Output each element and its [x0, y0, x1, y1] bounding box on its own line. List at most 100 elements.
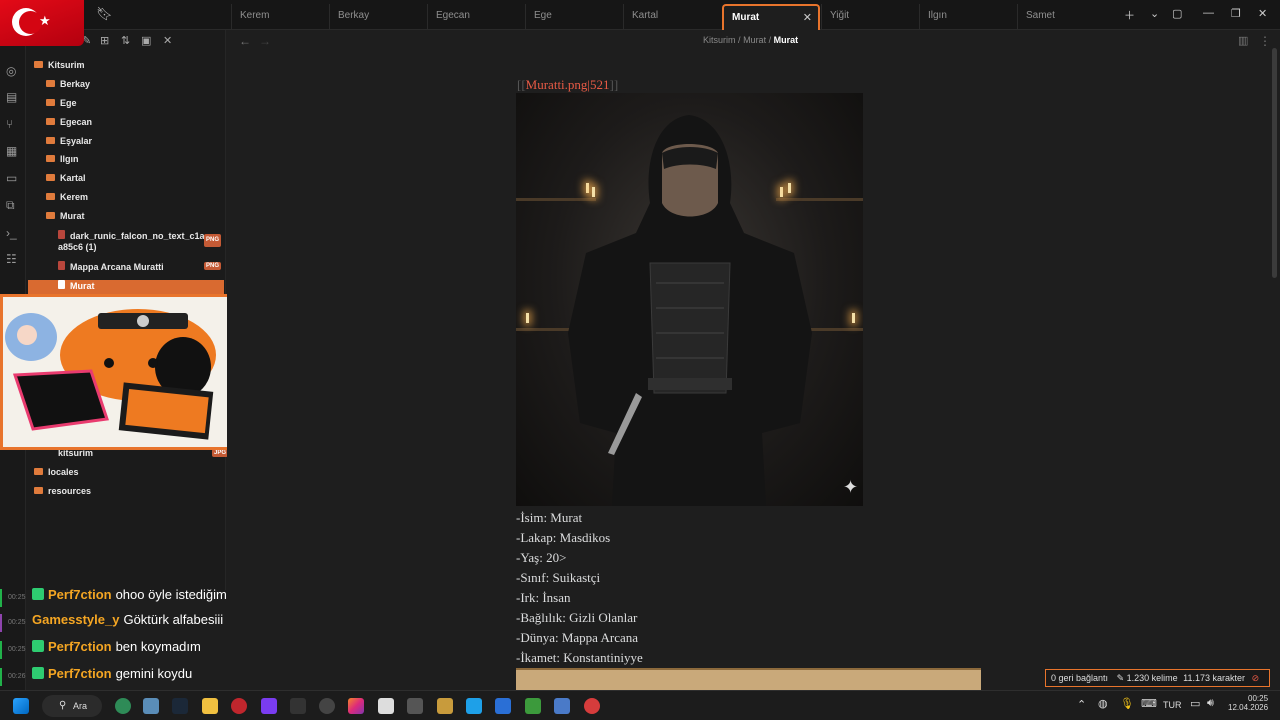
- backlinks-count[interactable]: 0 geri bağlantı: [1051, 673, 1108, 683]
- embed-text: Muratti.png|521: [525, 77, 610, 92]
- folder-icon: [46, 155, 55, 162]
- chevron-up-icon[interactable]: ⌃: [1077, 698, 1086, 711]
- language-indicator[interactable]: TUR: [1163, 700, 1182, 710]
- instagram-icon[interactable]: [348, 698, 364, 714]
- minecraft-icon[interactable]: [525, 698, 541, 714]
- folder-esyalar[interactable]: Eşyalar: [46, 136, 92, 154]
- network-icon[interactable]: ▭: [1190, 697, 1200, 710]
- file-type-badge: PNG: [204, 262, 222, 270]
- breadcrumb-sep: /: [768, 35, 772, 45]
- graph-icon[interactable]: ⑂: [6, 117, 13, 131]
- bookmark-icon[interactable]: 🔖︎: [96, 6, 113, 22]
- clock[interactable]: 00:25 12.04.2026: [1228, 694, 1268, 712]
- folder-locales[interactable]: locales: [34, 467, 79, 485]
- tab-yigit[interactable]: Yiğit: [821, 4, 919, 30]
- sidebar-toggle-icon[interactable]: ▢: [1172, 7, 1182, 20]
- terminal-icon[interactable]: ›_: [6, 226, 17, 240]
- file-dark-runic-falcon[interactable]: dark_runic_falcon_no_text_c1a a85c6 (1) PN…: [58, 230, 222, 254]
- breadcrumb-folder[interactable]: Murat: [743, 35, 766, 45]
- folder-resources[interactable]: resources: [34, 486, 91, 504]
- close-icon[interactable]: ✕: [163, 34, 172, 47]
- file-icon[interactable]: ▤: [6, 90, 17, 104]
- folder-kerem[interactable]: Kerem: [46, 192, 88, 210]
- valorant-icon[interactable]: [584, 698, 600, 714]
- character-info-list: -İsim: Murat -Lakap: Masdikos -Yaş: 20> …: [516, 510, 643, 670]
- info-line-affiliation: -Bağlılık: Gizli Olanlar: [516, 610, 638, 625]
- xbox-icon[interactable]: [115, 698, 131, 714]
- folder-label: Berkay: [60, 79, 91, 89]
- close-window-icon[interactable]: ✕: [1258, 7, 1267, 20]
- file-explorer-icon[interactable]: [202, 698, 218, 714]
- chat-user: Gamesstyle_y: [32, 612, 120, 627]
- steam-icon[interactable]: [172, 698, 188, 714]
- browser-icon[interactable]: [466, 698, 482, 714]
- folder-egecan[interactable]: Egecan: [46, 117, 92, 135]
- windows-taskbar: ⚲ Ara ⌃ ◍ 🎙︎ ⌨ TUR ▭ 🔊︎ 00:25 12.04.2026: [0, 690, 1280, 720]
- chevron-down-icon[interactable]: ⌄: [1150, 7, 1159, 20]
- sub-badge-icon: [32, 588, 44, 600]
- folder-label: Ege: [60, 98, 77, 108]
- new-tab-icon[interactable]: ＋: [1124, 7, 1135, 23]
- file-kitsurim[interactable]: kitsurim JPG: [58, 448, 229, 466]
- chat-text: Göktürk alfabesiii: [123, 612, 224, 627]
- file-mappa-arcana-muratti[interactable]: Mappa Arcana Muratti PNG: [58, 261, 222, 279]
- more-options-icon[interactable]: ⋮: [1259, 34, 1271, 48]
- maximize-icon[interactable]: ❐: [1231, 7, 1241, 20]
- opera-icon[interactable]: [231, 698, 247, 714]
- tab-kartal[interactable]: Kartal: [623, 4, 721, 30]
- store-icon[interactable]: [495, 698, 511, 714]
- riot-icon[interactable]: [437, 698, 453, 714]
- tab-egecan[interactable]: Egecan: [427, 4, 525, 30]
- folder-ilgin[interactable]: Ilgın: [46, 154, 79, 172]
- task-view-icon[interactable]: [143, 698, 159, 714]
- file-type-badge: JPG: [212, 449, 229, 457]
- reading-view-icon[interactable]: ▥: [1238, 34, 1248, 47]
- tab-berkay[interactable]: Berkay: [329, 4, 427, 30]
- sync-icon[interactable]: ⊘: [1252, 673, 1260, 683]
- new-folder-icon[interactable]: ⊞: [100, 34, 109, 47]
- folder-kitsurim[interactable]: Kitsurim: [34, 60, 85, 78]
- tab-ilgin[interactable]: Ilgın: [919, 4, 1017, 30]
- photos-icon[interactable]: [554, 698, 570, 714]
- breadcrumb-root[interactable]: Kitsurim: [703, 35, 736, 45]
- folder-berkay[interactable]: Berkay: [46, 79, 90, 97]
- keyboard-icon[interactable]: ⌨: [1141, 697, 1157, 710]
- folder-murat[interactable]: Murat: [46, 211, 85, 229]
- search-box[interactable]: ⚲ Ara: [42, 695, 102, 717]
- char-count: 11.173 karakter: [1183, 673, 1246, 683]
- template-icon[interactable]: ☷: [6, 252, 17, 266]
- obs-icon[interactable]: [319, 698, 335, 714]
- volume-icon[interactable]: 🔊︎: [1207, 697, 1214, 710]
- folder-kartal[interactable]: Kartal: [46, 173, 86, 191]
- tab-kerem[interactable]: Kerem: [231, 4, 329, 30]
- map-pin-icon[interactable]: ◎: [6, 64, 16, 78]
- tab-label: Samet: [1026, 10, 1055, 21]
- tab-samet[interactable]: Samet: [1017, 4, 1115, 30]
- tab-murat[interactable]: Murat ✕: [722, 4, 820, 30]
- chat-time: 00:25: [8, 594, 26, 601]
- start-icon[interactable]: [13, 698, 29, 714]
- tab-bar: ★ 🔖︎ Kerem Berkay Egecan Ege Kartal Mura…: [0, 0, 1280, 46]
- grid-icon[interactable]: ▦: [6, 144, 17, 158]
- folder-ege[interactable]: Ege: [46, 98, 77, 116]
- minimize-icon[interactable]: —: [1203, 7, 1214, 19]
- back-arrow-icon[interactable]: ←: [239, 34, 251, 48]
- close-tab-icon[interactable]: ✕: [803, 11, 812, 24]
- collapse-icon[interactable]: ▣: [141, 34, 151, 47]
- note-file-icon: [58, 280, 65, 289]
- image-embed-link[interactable]: [[Muratti.png|521]]: [517, 77, 618, 93]
- app-icon[interactable]: [407, 698, 423, 714]
- forward-arrow-icon[interactable]: →: [259, 34, 271, 48]
- scrollbar[interactable]: [1272, 48, 1277, 278]
- calendar-icon[interactable]: ▭: [6, 171, 17, 185]
- mic-icon[interactable]: 🎙︎: [1120, 697, 1134, 710]
- folder-label: locales: [48, 467, 79, 477]
- capcut-icon[interactable]: [290, 698, 306, 714]
- tab-ege[interactable]: Ege: [525, 4, 623, 30]
- paint-icon[interactable]: [378, 698, 394, 714]
- copy-icon[interactable]: ⧉: [6, 198, 15, 213]
- steam-tray-icon[interactable]: ◍: [1098, 697, 1108, 710]
- sort-icon[interactable]: ⇅: [121, 34, 130, 47]
- folder-icon: [46, 99, 55, 106]
- obsidian-icon[interactable]: [261, 698, 277, 714]
